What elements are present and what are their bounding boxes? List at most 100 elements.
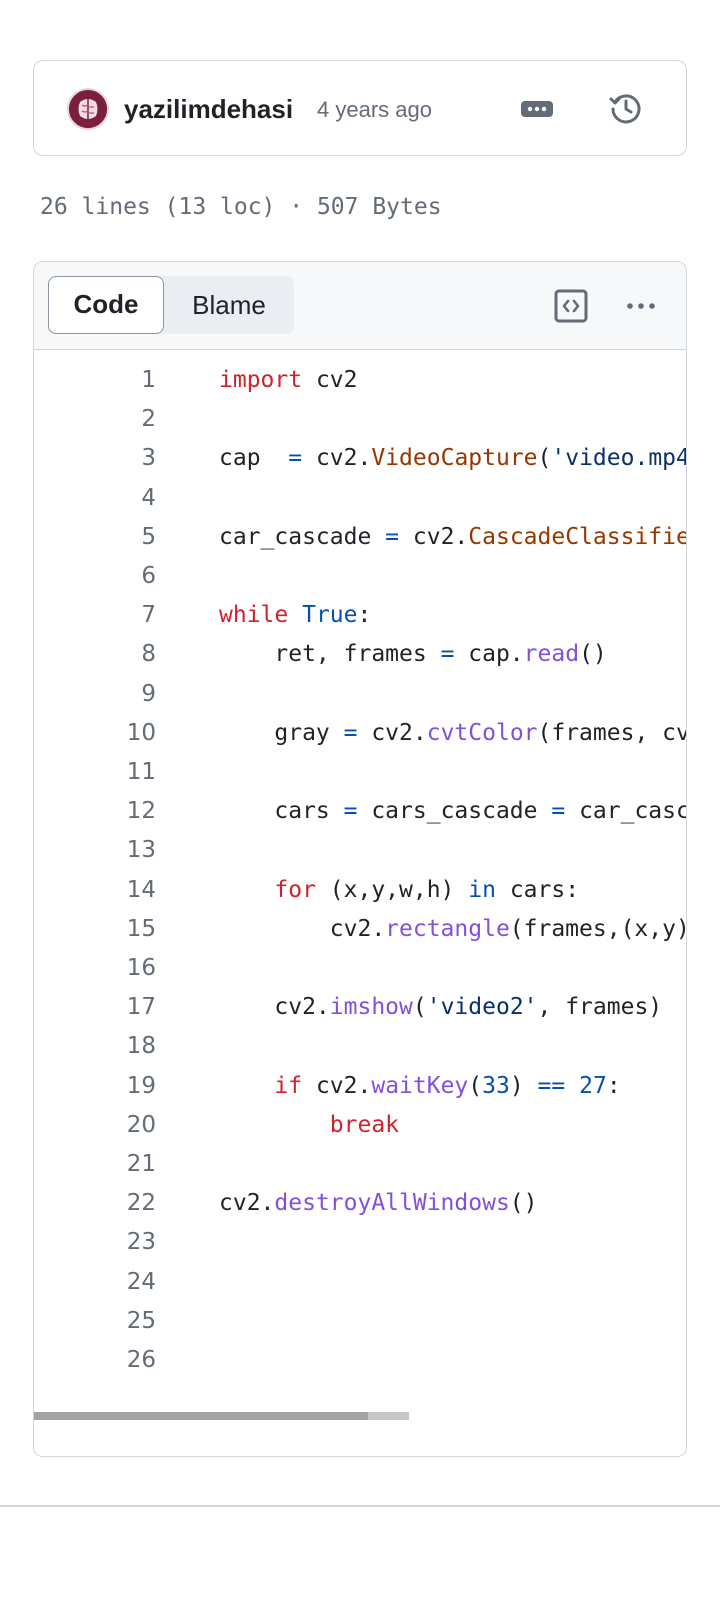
code-token: import <box>219 367 303 393</box>
line-number[interactable]: 16 <box>76 948 156 988</box>
code-viewer: Code Blame 1 import cv2 2 3 cap = cv2.VideoC… <box>33 261 687 1457</box>
code-token: cap <box>219 445 289 472</box>
code-token: in <box>468 876 496 903</box>
line-content: break <box>219 1105 399 1145</box>
code-token: = <box>343 798 358 825</box>
line-number[interactable]: 18 <box>76 1026 156 1066</box>
code-line: 21 <box>34 1144 686 1184</box>
line-number[interactable]: 13 <box>76 830 156 870</box>
code-more-button[interactable] <box>624 294 658 318</box>
code-token: cv2. <box>219 915 386 942</box>
divider <box>0 1505 720 1507</box>
author-avatar[interactable] <box>67 88 109 130</box>
code-token: : <box>357 602 372 629</box>
code-token: car_casca <box>579 798 686 825</box>
code-token: cv2. <box>399 523 469 550</box>
code-square-icon <box>554 289 588 323</box>
code-token: () <box>509 1190 538 1217</box>
code-token: = <box>288 445 303 472</box>
code-token: ( <box>468 1072 483 1099</box>
file-info: 26 lines (13 loc) · 507 Bytes <box>40 194 442 220</box>
history-button[interactable] <box>608 91 644 127</box>
code-line: 10 gray = cv2.cvtColor(frames, cv <box>34 713 686 753</box>
code-token: VideoCapture <box>371 445 538 472</box>
code-line: 12 cars = cars_cascade = car_casca <box>34 791 686 831</box>
code-line: 3 cap = cv2.VideoCapture('video.mp4 <box>34 438 686 478</box>
line-number[interactable]: 21 <box>76 1144 156 1184</box>
line-number[interactable]: 11 <box>76 752 156 792</box>
tab-blame[interactable]: Blame <box>164 276 294 334</box>
line-number[interactable]: 19 <box>76 1066 156 1106</box>
code-token: (frames, cv <box>537 719 687 746</box>
line-number[interactable]: 4 <box>76 478 156 518</box>
line-number[interactable]: 1 <box>76 360 156 400</box>
commit-author-name[interactable]: yazilimdehasi <box>124 91 293 127</box>
latest-commit-box: yazilimdehasi 4 years ago <box>33 60 687 156</box>
code-line: 7 while True: <box>34 595 686 635</box>
code-line: 17 cv2.imshow('video2', frames) <box>34 987 686 1027</box>
code-token: while <box>219 602 289 629</box>
line-number[interactable]: 17 <box>76 987 156 1027</box>
line-number[interactable]: 6 <box>76 556 156 596</box>
line-content: while True: <box>219 595 371 635</box>
scrollbar-thumb[interactable] <box>34 1412 368 1420</box>
commit-more-button[interactable] <box>520 97 554 121</box>
code-token: (frames,(x,y) <box>509 915 687 942</box>
line-number[interactable]: 2 <box>76 399 156 439</box>
code-token: if <box>274 1072 303 1099</box>
line-number[interactable]: 3 <box>76 438 156 478</box>
code-token: cv2. <box>302 445 372 472</box>
line-content: cap = cv2.VideoCapture('video.mp4 <box>219 438 687 478</box>
code-token: True <box>302 602 358 629</box>
code-line: 9 <box>34 674 686 714</box>
code-line: 16 <box>34 948 686 988</box>
code-line: 25 <box>34 1301 686 1341</box>
line-number[interactable]: 14 <box>76 870 156 910</box>
code-token: ) <box>509 1072 538 1099</box>
code-line: 2 <box>34 399 686 439</box>
line-content: if cv2.waitKey(33) == 27: <box>219 1066 620 1106</box>
line-content: cars = cars_cascade = car_casca <box>219 791 686 831</box>
code-token: 'video2' <box>426 994 538 1021</box>
line-content: cv2.imshow('video2', frames) <box>219 987 662 1027</box>
commit-time: 4 years ago <box>317 97 432 122</box>
line-number[interactable]: 24 <box>76 1262 156 1302</box>
code-line: 22 cv2.destroyAllWindows() <box>34 1183 686 1223</box>
line-number[interactable]: 26 <box>76 1340 156 1380</box>
line-number[interactable]: 23 <box>76 1222 156 1262</box>
line-number[interactable]: 9 <box>76 674 156 714</box>
code-token: ret, frames <box>219 641 441 668</box>
line-number[interactable]: 22 <box>76 1183 156 1223</box>
line-number[interactable]: 15 <box>76 909 156 949</box>
line-number[interactable]: 12 <box>76 791 156 831</box>
code-line: 24 <box>34 1262 686 1302</box>
tab-code[interactable]: Code <box>48 276 164 334</box>
code-token: break <box>329 1111 400 1138</box>
code-token: imshow <box>329 994 413 1021</box>
code-token: = <box>440 641 455 668</box>
code-token: 33 <box>482 1072 510 1099</box>
code-token: cars_cascade <box>357 798 552 825</box>
line-number[interactable]: 10 <box>76 713 156 753</box>
symbols-button[interactable] <box>554 289 588 323</box>
code-token: cv2. <box>219 994 330 1021</box>
code-line: 19 if cv2.waitKey(33) == 27: <box>34 1066 686 1106</box>
code-token: car_cascade <box>219 523 386 550</box>
line-number[interactable]: 7 <box>76 595 156 635</box>
line-number[interactable]: 20 <box>76 1105 156 1145</box>
code-token: ( <box>412 994 427 1021</box>
code-line: 14 for (x,y,w,h) in cars: <box>34 870 686 910</box>
horizontal-scrollbar[interactable] <box>34 1412 409 1420</box>
line-content: import cv2 <box>219 360 357 400</box>
line-number[interactable]: 25 <box>76 1301 156 1341</box>
code-line: 11 <box>34 752 686 792</box>
code-token: , frames) <box>537 994 663 1021</box>
code-body: 1 import cv2 2 3 cap = cv2.VideoCapture('vid… <box>34 350 686 1410</box>
line-number[interactable]: 5 <box>76 517 156 557</box>
code-token: 'video.mp4 <box>551 445 687 472</box>
code-token: cap. <box>454 641 524 668</box>
code-token: cv2. <box>357 719 427 746</box>
line-number[interactable]: 8 <box>76 634 156 674</box>
